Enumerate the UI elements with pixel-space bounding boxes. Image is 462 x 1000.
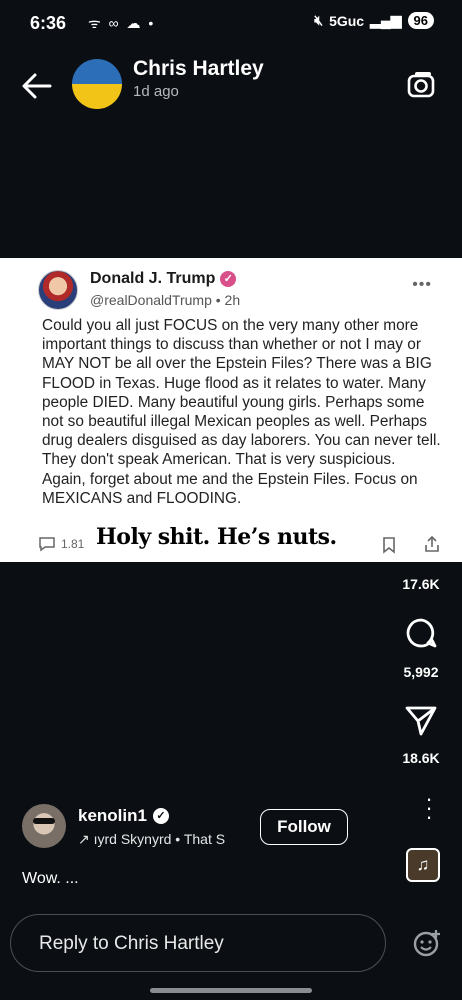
avatar-glasses <box>33 818 55 824</box>
tweet-author: Donald J. Trump ✓ <box>90 270 237 288</box>
verified-icon: ✓ <box>220 271 237 287</box>
battery-badge: 96 <box>407 12 434 29</box>
more-icon: ••• <box>412 276 432 293</box>
avatar[interactable] <box>72 59 122 109</box>
share-count: 18.6K <box>398 750 444 768</box>
signal-icon: ▂▄▆ <box>370 12 402 28</box>
emoji-icon[interactable] <box>412 928 442 958</box>
more-vertical-icon[interactable]: · · · <box>424 788 434 828</box>
home-indicator <box>150 988 312 993</box>
music-label[interactable]: ↗ ıyrd Skynyrd • That S <box>78 831 248 848</box>
verified-icon: ✓ <box>152 808 169 824</box>
status-time: 6:36 <box>30 13 67 33</box>
status-bar: 6:36 ᯤ ∞ ☁ • 🔇︎ 5Guc ▂▄▆ 96 <box>0 0 462 44</box>
comment-icon[interactable] <box>398 616 444 655</box>
reply-count: 1.81 <box>61 537 85 551</box>
share-icon <box>422 534 442 557</box>
commenter-username[interactable]: kenolin1 <box>78 806 147 826</box>
comment-count-label: 5,992 <box>403 664 439 680</box>
like-count-label: 17.6K <box>402 576 440 592</box>
reply-icon <box>39 537 55 552</box>
tweet-reply: 1.81 <box>38 536 84 552</box>
reply-input[interactable]: Reply to Chris Hartley <box>10 914 386 972</box>
story-header: Chris Hartley 1d ago <box>0 55 462 115</box>
arrow-left-icon[interactable] <box>20 69 54 103</box>
camera-icon[interactable] <box>406 69 438 101</box>
post-time: 1d ago <box>133 83 179 100</box>
tweet-avatar <box>38 270 78 310</box>
reply-placeholder: Reply to Chris Hartley <box>39 933 224 954</box>
bookmark-icon <box>382 536 396 557</box>
network-label: 5Guc <box>329 12 365 29</box>
commenter-avatar[interactable] <box>22 804 66 848</box>
share-count-label: 18.6K <box>402 750 440 766</box>
music-note-icon[interactable]: ♫ <box>406 848 440 882</box>
poster-row: kenolin1 ✓ ↗ ıyrd Skynyrd • That S Follo… <box>0 800 462 860</box>
tweet-body: Could you all just FOCUS on the very man… <box>42 317 441 507</box>
comment-count: 5,992 <box>398 664 444 682</box>
author-name[interactable]: Chris Hartley <box>133 57 264 81</box>
send-icon[interactable] <box>398 704 444 743</box>
tweet-handle: @realDonaldTrump • 2h <box>90 292 241 308</box>
notification-icons: ᯤ ∞ ☁ • <box>88 15 156 31</box>
tweet-author-name: Donald J. Trump <box>90 270 216 287</box>
mute-icon: 🔇︎ <box>314 12 324 28</box>
commenter-name[interactable]: kenolin1 ✓ <box>78 806 169 826</box>
status-right: 🔇︎ 5Guc ▂▄▆ 96 <box>314 12 434 29</box>
like-count[interactable]: 17.6K <box>398 576 444 594</box>
story-overlay-text: Holy shit. He’s nuts. <box>96 524 337 550</box>
post-caption[interactable]: Wow. ... <box>22 870 79 888</box>
follow-button[interactable]: Follow <box>260 809 348 845</box>
